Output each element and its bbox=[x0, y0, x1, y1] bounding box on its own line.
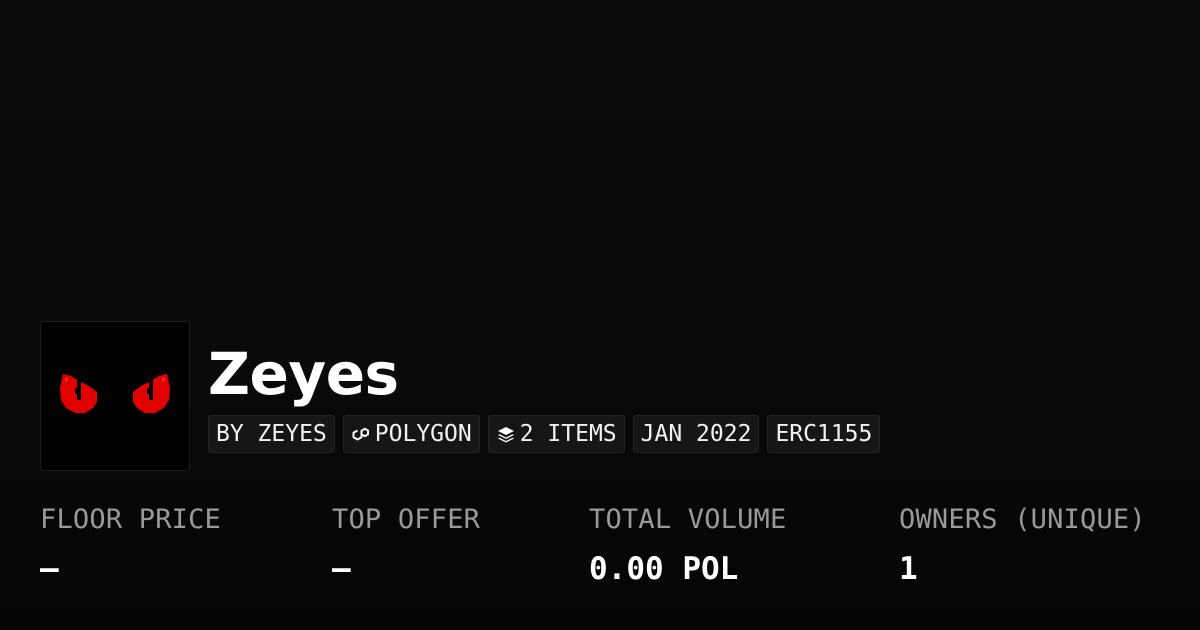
creator-label: BY ZEYES bbox=[216, 421, 327, 447]
collection-avatar[interactable] bbox=[40, 321, 190, 471]
items-chip[interactable]: 2 ITEMS bbox=[487, 415, 625, 453]
creator-chip[interactable]: BY ZEYES bbox=[208, 415, 335, 453]
polygon-chain-icon bbox=[352, 427, 369, 441]
token-standard-chip: ERC1155 bbox=[767, 415, 881, 453]
owners-stat: OWNERS (UNIQUE) 1 bbox=[899, 504, 1146, 587]
total-volume-label: TOTAL VOLUME bbox=[589, 504, 787, 535]
total-volume-value: 0.00 POL bbox=[589, 551, 739, 587]
date-label: JAN 2022 bbox=[640, 421, 752, 447]
items-label: 2 ITEMS bbox=[519, 421, 617, 447]
collection-stats: FLOOR PRICE – TOP OFFER – TOTAL VOLUME 0… bbox=[40, 504, 1180, 604]
floor-price-stat: FLOOR PRICE – bbox=[40, 504, 221, 587]
collection-chips: BY ZEYES POLYGON 2 ITEMS JAN 2022 ERC115… bbox=[208, 415, 881, 453]
top-offer-value: – bbox=[332, 551, 351, 587]
token-standard-label: ERC1155 bbox=[775, 421, 873, 447]
red-cat-eyes-icon bbox=[60, 374, 170, 413]
top-offer-label: TOP OFFER bbox=[332, 504, 481, 535]
owners-value: 1 bbox=[899, 551, 918, 587]
floor-price-label: FLOOR PRICE bbox=[40, 504, 222, 535]
collection-title: Zeyes bbox=[208, 340, 399, 408]
collection-header: Zeyes BY ZEYES POLYGON 2 ITEMS JAN 2022 … bbox=[40, 321, 881, 471]
layers-icon bbox=[497, 427, 514, 443]
chain-label: POLYGON bbox=[374, 421, 472, 447]
title-block: Zeyes BY ZEYES POLYGON 2 ITEMS JAN 2022 … bbox=[208, 321, 881, 453]
top-offer-stat: TOP OFFER – bbox=[332, 504, 480, 587]
chain-chip[interactable]: POLYGON bbox=[342, 415, 480, 453]
owners-label: OWNERS (UNIQUE) bbox=[899, 504, 1146, 535]
date-chip: JAN 2022 bbox=[632, 415, 760, 453]
total-volume-stat: TOTAL VOLUME 0.00 POL bbox=[589, 504, 786, 587]
floor-price-value: – bbox=[40, 551, 59, 587]
